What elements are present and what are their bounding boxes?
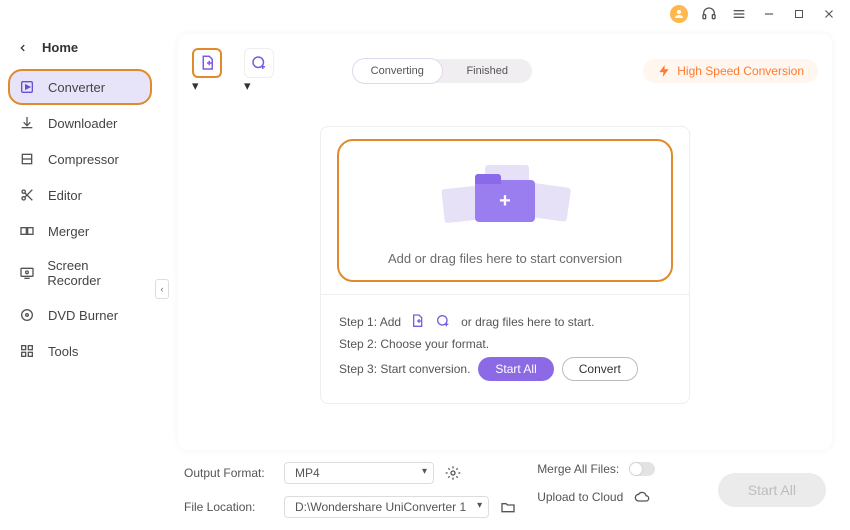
merge-label: Merge All Files: xyxy=(537,462,619,476)
main: ▾ ▾ Converting Finished High Speed Conve… xyxy=(160,28,850,530)
headset-icon[interactable] xyxy=(700,5,718,23)
chevron-left-icon xyxy=(18,43,28,53)
chevron-down-icon[interactable]: ▾ xyxy=(244,78,251,93)
sidebar-item-merger[interactable]: Merger xyxy=(8,213,152,249)
sidebar: Home Converter Downloader Compressor Edi… xyxy=(0,28,160,530)
file-location-select[interactable]: D:\Wondershare UniConverter 1 xyxy=(284,496,489,518)
dropzone-text: Add or drag files here to start conversi… xyxy=(339,251,671,266)
screen-icon xyxy=(18,264,35,282)
tab-converting[interactable]: Converting xyxy=(352,58,443,84)
toolbar: ▾ ▾ Converting Finished High Speed Conve… xyxy=(192,48,818,94)
sidebar-item-editor[interactable]: Editor xyxy=(8,177,152,213)
sidebar-item-label: Merger xyxy=(48,224,89,239)
folder-icon[interactable] xyxy=(499,498,517,516)
start-all-footer-button: Start All xyxy=(718,473,826,507)
file-card: + Add or drag files here to start conver… xyxy=(320,126,690,404)
sidebar-item-compressor[interactable]: Compressor xyxy=(8,141,152,177)
output-format-select[interactable]: MP4 xyxy=(284,462,434,484)
sidebar-item-label: Editor xyxy=(48,188,82,203)
converter-icon xyxy=(18,78,36,96)
file-location-label: File Location: xyxy=(184,500,274,514)
download-icon xyxy=(18,114,36,132)
target-plus-icon xyxy=(435,313,453,331)
merge-toggle[interactable] xyxy=(629,462,655,476)
dropzone[interactable]: + Add or drag files here to start conver… xyxy=(337,139,673,282)
cloud-icon[interactable] xyxy=(633,488,651,506)
status-tabs: Converting Finished xyxy=(352,59,532,83)
minimize-button[interactable] xyxy=(760,5,778,23)
sidebar-item-label: Tools xyxy=(48,344,78,359)
step-1: Step 1: Add or drag files here to start. xyxy=(339,313,671,331)
start-all-button[interactable]: Start All xyxy=(478,357,553,381)
avatar[interactable] xyxy=(670,5,688,23)
chevron-down-icon[interactable]: ▾ xyxy=(192,78,199,93)
home-link[interactable]: Home xyxy=(8,36,152,69)
step-2: Step 2: Choose your format. xyxy=(339,337,671,351)
sidebar-item-downloader[interactable]: Downloader xyxy=(8,105,152,141)
disc-icon xyxy=(18,306,36,324)
sidebar-item-label: Screen Recorder xyxy=(47,258,142,288)
titlebar xyxy=(0,0,850,28)
upload-label: Upload to Cloud xyxy=(537,490,623,504)
doc-plus-icon xyxy=(409,313,427,331)
output-format-label: Output Format: xyxy=(184,466,274,480)
convert-button[interactable]: Convert xyxy=(562,357,638,381)
sidebar-item-screen-recorder[interactable]: Screen Recorder xyxy=(8,249,152,297)
sidebar-item-tools[interactable]: Tools xyxy=(8,333,152,369)
sidebar-item-label: DVD Burner xyxy=(48,308,118,323)
target-plus-icon xyxy=(250,54,268,72)
merger-icon xyxy=(18,222,36,240)
sidebar-item-dvd-burner[interactable]: DVD Burner xyxy=(8,297,152,333)
folder-illustration: + xyxy=(339,161,671,241)
gear-icon[interactable] xyxy=(444,464,462,482)
add-file-button[interactable]: ▾ xyxy=(192,48,222,94)
sidebar-item-converter[interactable]: Converter xyxy=(8,69,152,105)
hamburger-icon[interactable] xyxy=(730,5,748,23)
home-label: Home xyxy=(42,40,78,55)
grid-icon xyxy=(18,342,36,360)
folder-icon: + xyxy=(475,180,535,222)
footer: Output Format: MP4 File Location: D:\Won… xyxy=(178,450,832,518)
doc-plus-icon xyxy=(198,54,216,72)
high-speed-badge[interactable]: High Speed Conversion xyxy=(643,59,818,83)
steps: Step 1: Add or drag files here to start.… xyxy=(321,294,689,403)
collapse-sidebar-button[interactable]: ‹ xyxy=(155,279,169,299)
maximize-button[interactable] xyxy=(790,5,808,23)
step-3: Step 3: Start conversion. Start All Conv… xyxy=(339,357,671,381)
sidebar-item-label: Compressor xyxy=(48,152,119,167)
bolt-icon xyxy=(657,64,671,78)
tab-finished[interactable]: Finished xyxy=(443,59,532,83)
close-button[interactable] xyxy=(820,5,838,23)
add-url-button[interactable]: ▾ xyxy=(244,48,274,94)
sidebar-item-label: Converter xyxy=(48,80,105,95)
sidebar-item-label: Downloader xyxy=(48,116,117,131)
compressor-icon xyxy=(18,150,36,168)
scissors-icon xyxy=(18,186,36,204)
